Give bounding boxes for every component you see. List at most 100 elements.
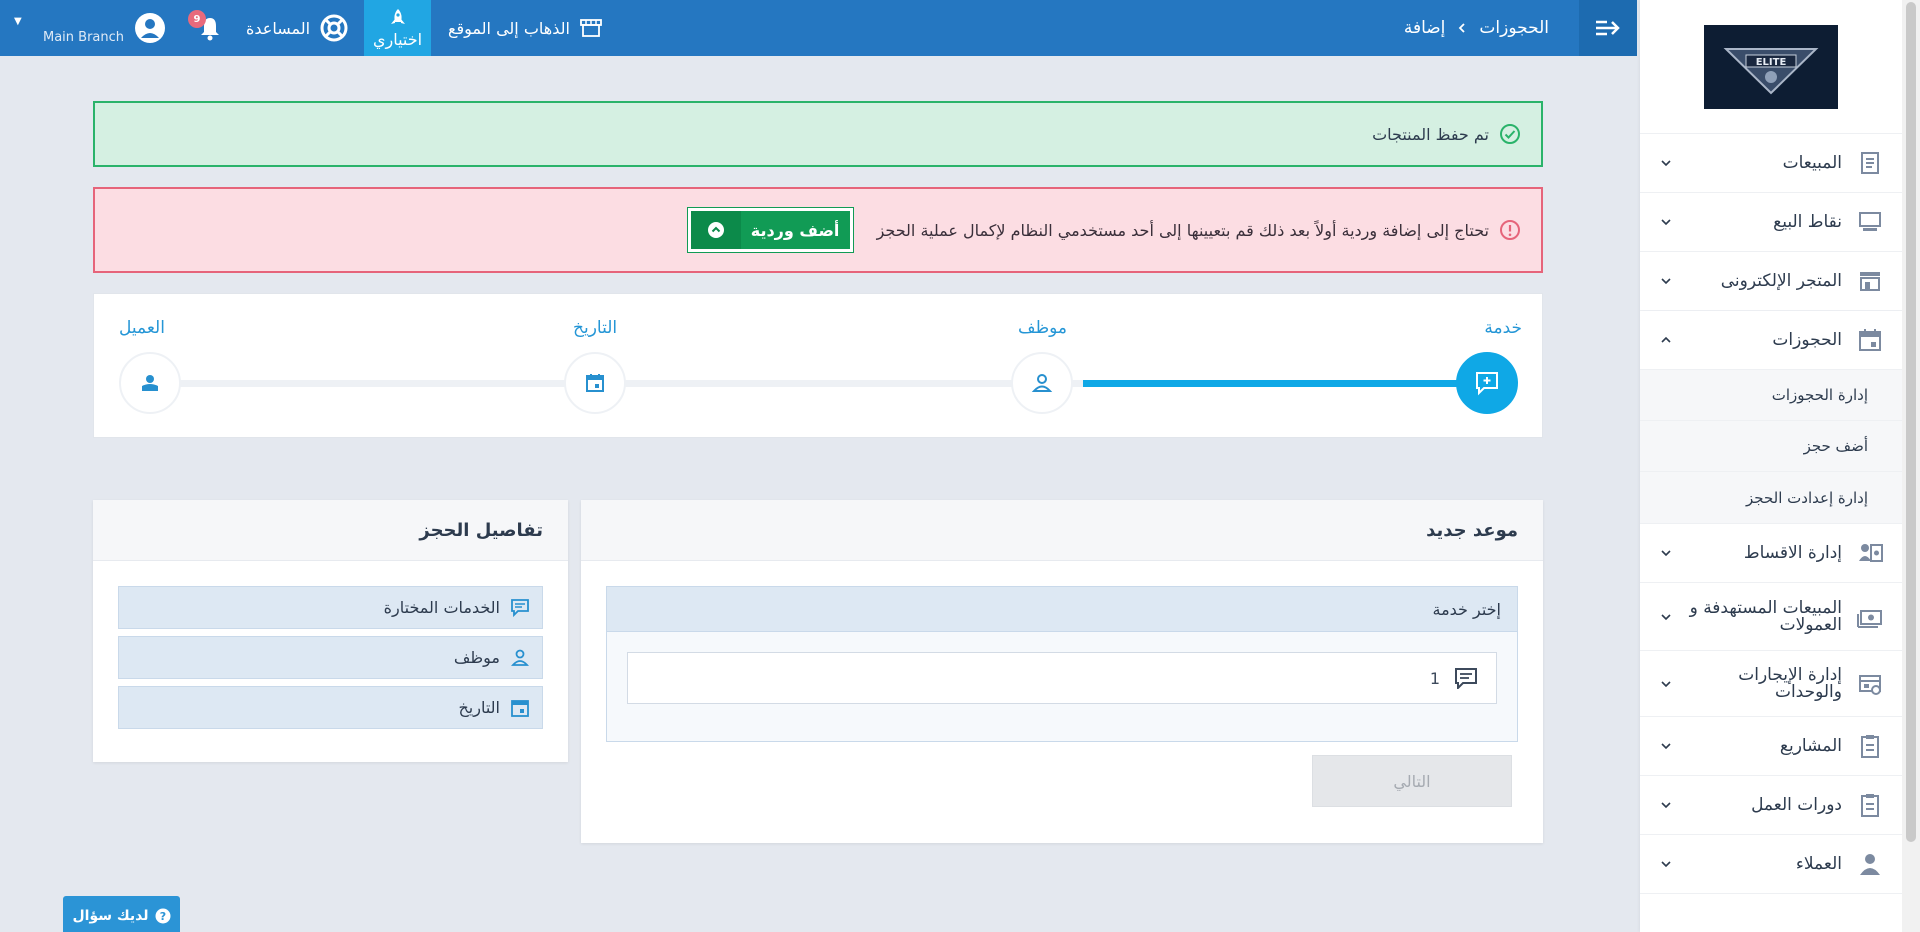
breadcrumb-add: إضافة <box>1403 18 1446 38</box>
detail-row-employee: موظف <box>118 636 543 679</box>
detail-label: الخدمات المختارة <box>383 598 500 617</box>
sidebar-item-pos[interactable]: نقاط البيع <box>1640 193 1902 252</box>
sidebar-item-clients[interactable]: العملاء <box>1640 835 1902 894</box>
chevron-up-icon <box>1660 334 1672 346</box>
step-service[interactable] <box>1456 352 1518 414</box>
next-button[interactable]: التالي <box>1312 755 1512 807</box>
notification-badge: 9 <box>188 10 206 28</box>
comment-icon <box>510 598 530 618</box>
step-label-client: العميل <box>119 318 165 338</box>
sidebar-item-rentals[interactable]: إدارة الإيجارات والوحدات <box>1640 651 1902 717</box>
sidebar-item-label: العملاء <box>1795 853 1842 874</box>
client-icon <box>1856 850 1884 878</box>
logo-area: ELITE <box>1640 0 1902 134</box>
sidebar-item-projects[interactable]: المشاريع <box>1640 717 1902 776</box>
scrollbar-thumb[interactable] <box>1906 2 1916 842</box>
booking-stepper: خدمة موظف التاريخ العميل <box>93 293 1543 438</box>
chevron-up-circle-icon <box>690 211 741 249</box>
success-message: تم حفظ المنتجات <box>1372 124 1489 144</box>
installments-icon <box>1856 539 1884 567</box>
warning-message: تحتاج إلى إضافة وردية أولاً بعد ذلك قم ب… <box>876 220 1489 240</box>
comment-icon <box>1454 667 1478 689</box>
detail-label: موظف <box>453 648 500 667</box>
sidebar-item-label: دورات العمل <box>1751 794 1842 815</box>
person-icon <box>1031 372 1053 394</box>
top-navbar: الحجوزات إضافة الذهاب إلى الموقع اختياري… <box>0 0 1637 56</box>
trial-button[interactable]: اختياري <box>364 0 431 56</box>
sidebar-subitem-manage-bookings[interactable]: إدارة الحجوزات <box>1640 370 1902 421</box>
chevron-down-icon <box>1660 740 1672 752</box>
logo-text: ELITE <box>1756 57 1787 68</box>
notifications-button[interactable]: 9 <box>188 10 224 42</box>
lifebuoy-icon <box>320 14 348 42</box>
company-logo[interactable]: ELITE <box>1704 24 1838 109</box>
breadcrumb-bookings[interactable]: الحجوزات <box>1479 18 1549 38</box>
sidebar-item-label: المبيعات المستهدفة و العمولات <box>1689 597 1842 635</box>
add-shift-button[interactable]: أضف وردية <box>686 207 854 253</box>
sidebar-item-label: إدارة الاقساط <box>1743 542 1842 563</box>
trial-label: اختياري <box>372 29 423 49</box>
caret-down-icon[interactable]: ▼ <box>14 16 22 27</box>
sidebar: ELITE المبيعات نقاط البيع المتجر الإلكتر… <box>1640 0 1902 932</box>
new-appointment-panel: موعد جديد إختر خدمة 1 التالي <box>581 500 1543 843</box>
add-comment-icon <box>1474 370 1500 396</box>
sidebar-item-bookings[interactable]: الحجوزات <box>1640 311 1902 370</box>
sidebar-item-label: إدارة الإيجارات والوحدات <box>1738 664 1842 702</box>
rentals-icon <box>1856 670 1884 698</box>
svg-text:?: ? <box>159 910 165 923</box>
arrow-right-icon <box>1596 20 1620 36</box>
step-label-employee: موظف <box>1017 318 1067 338</box>
sidebar-item-workflows[interactable]: دورات العمل <box>1640 776 1902 835</box>
sidebar-item-targets[interactable]: المبيعات المستهدفة و العمولات <box>1640 583 1902 651</box>
clipboard-icon <box>1856 732 1884 760</box>
step-client[interactable] <box>119 352 181 414</box>
step-employee[interactable] <box>1011 352 1073 414</box>
step-label-date: التاريخ <box>573 318 618 338</box>
sidebar-item-sales[interactable]: المبيعات <box>1640 134 1902 193</box>
exclamation-circle-icon <box>1499 219 1521 241</box>
help-link[interactable]: المساعدة <box>246 0 348 56</box>
chevron-down-icon <box>1660 216 1672 228</box>
money-icon <box>1856 603 1884 631</box>
help-label: المساعدة <box>246 18 311 38</box>
chevron-down-icon <box>1660 547 1672 559</box>
service-option[interactable]: 1 <box>627 652 1497 704</box>
sidebar-subitem-booking-settings[interactable]: إدارة إعدادت الحجز <box>1640 472 1902 523</box>
calendar-icon <box>510 698 530 718</box>
toggle-sidebar-button[interactable] <box>1579 0 1637 56</box>
success-alert: تم حفظ المنتجات <box>93 101 1543 167</box>
check-circle-icon <box>1499 123 1521 145</box>
sidebar-scrollbar[interactable] <box>1902 0 1920 932</box>
service-selection-box: إختر خدمة 1 <box>606 586 1518 742</box>
chevron-down-icon <box>1660 678 1672 690</box>
breadcrumb: الحجوزات إضافة <box>1404 0 1549 56</box>
sidebar-item-label: المشاريع <box>1779 735 1842 756</box>
chevron-down-icon <box>1660 157 1672 169</box>
pos-icon <box>1856 208 1884 236</box>
new-appointment-title: موعد جديد <box>581 500 1543 561</box>
chevron-down-icon <box>1660 275 1672 287</box>
clipboard-icon <box>1856 791 1884 819</box>
detail-label: التاريخ <box>458 698 500 717</box>
step-date[interactable] <box>564 352 626 414</box>
add-shift-label: أضف وردية <box>750 220 840 240</box>
sidebar-item-label: المبيعات <box>1782 152 1842 173</box>
sidebar-subitem-add-booking[interactable]: أضف حجز <box>1640 421 1902 472</box>
go-to-site-link[interactable]: الذهاب إلى الموقع <box>448 0 602 56</box>
booking-details-title: تفاصيل الحجز <box>93 500 568 561</box>
receipt-icon <box>1856 149 1884 177</box>
user-menu-button[interactable] <box>134 12 166 44</box>
client-icon <box>139 372 161 394</box>
sidebar-item-online-store[interactable]: المتجر الإلكترونى <box>1640 252 1902 311</box>
have-question-button[interactable]: ? لديك سؤال <box>63 896 180 932</box>
rocket-icon <box>389 8 407 28</box>
choose-service-heading: إختر خدمة <box>607 587 1517 632</box>
chevron-down-icon <box>1660 858 1672 870</box>
sidebar-item-installments[interactable]: إدارة الاقساط <box>1640 524 1902 583</box>
calendar-icon <box>584 372 606 394</box>
service-option-label: 1 <box>1429 668 1440 688</box>
branch-name[interactable]: Main Branch <box>43 30 124 45</box>
step-label-service: خدمة <box>1484 318 1522 338</box>
calendar-icon <box>1856 326 1884 354</box>
go-to-site-label: الذهاب إلى الموقع <box>448 18 570 38</box>
